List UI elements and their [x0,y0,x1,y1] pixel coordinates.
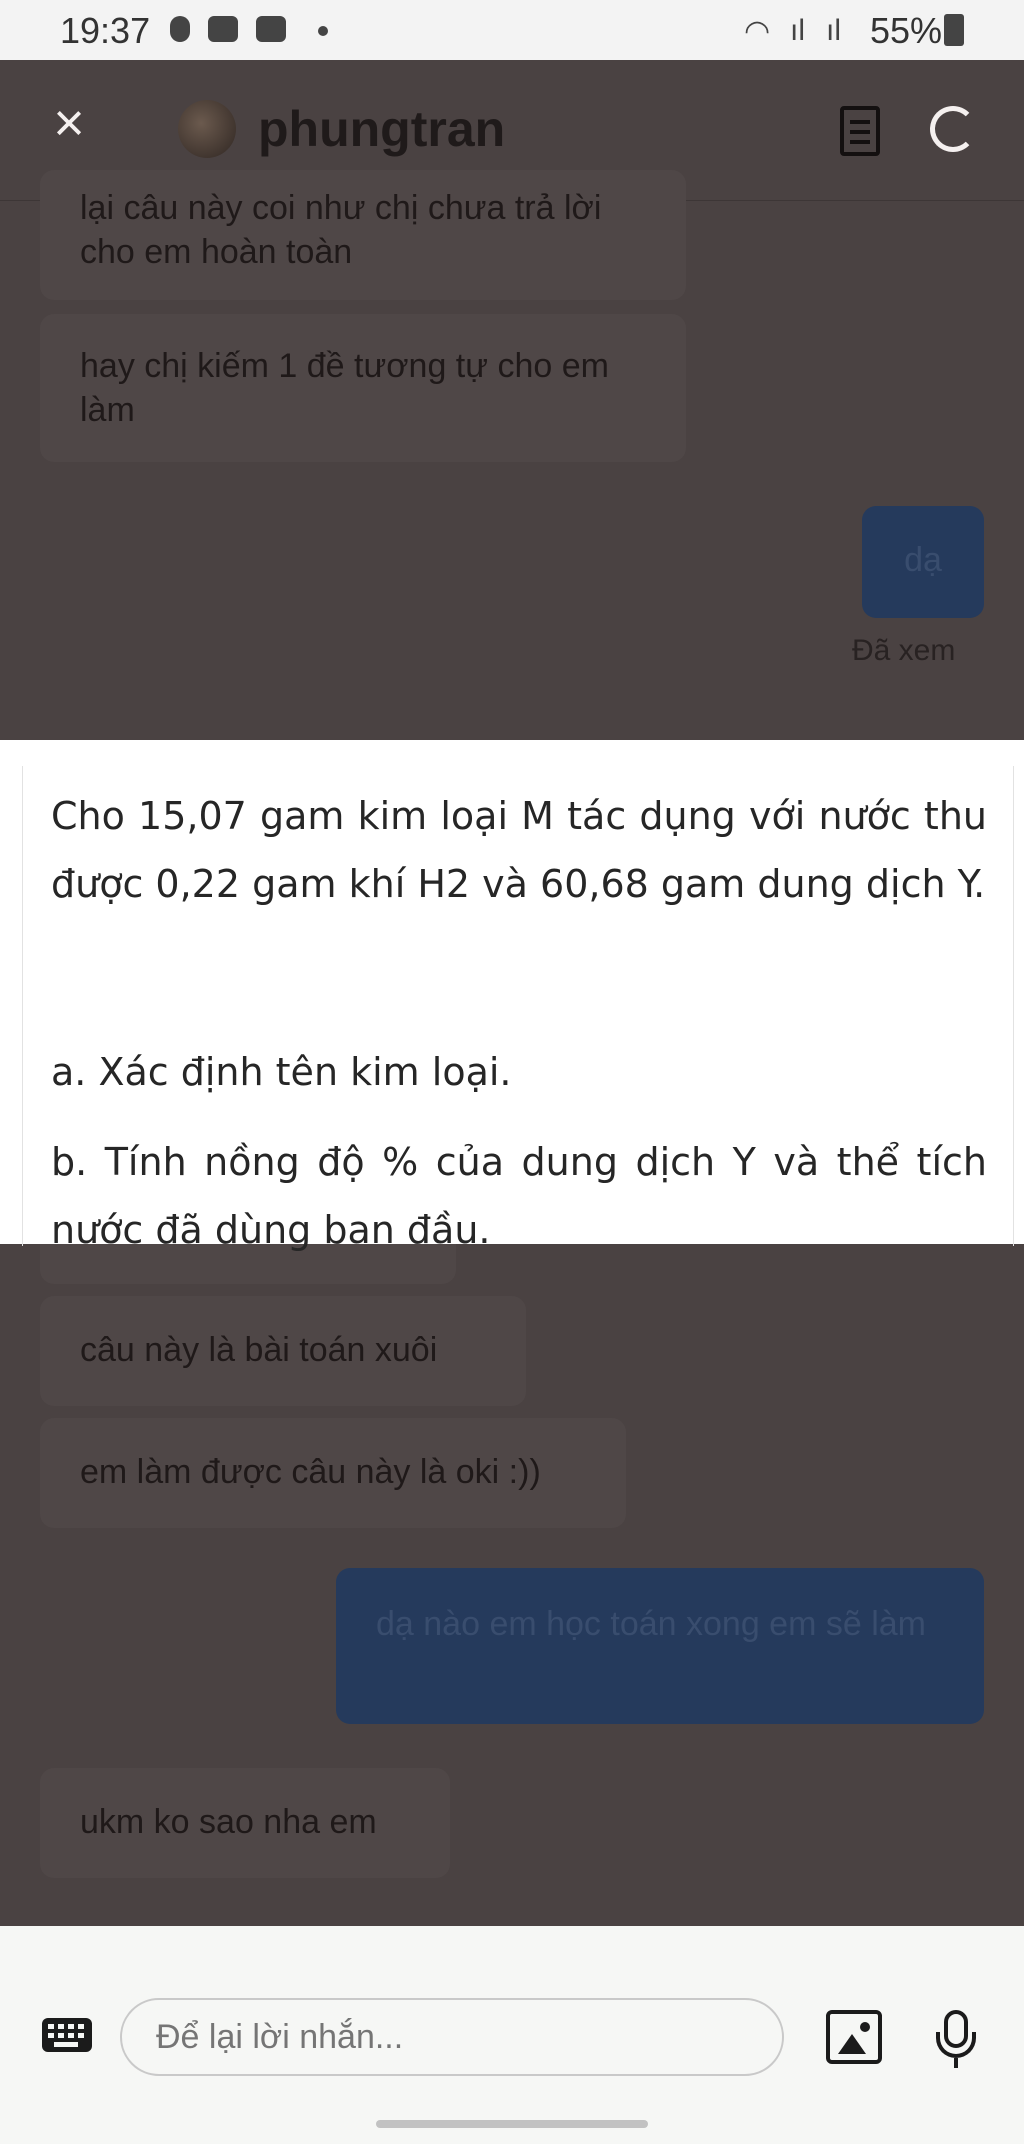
question-image: Cho 15,07 gam kim loại M tác dụng với nư… [0,740,1024,1252]
question-part-b: b. Tính nồng độ % của dung dịch Y và thể… [51,1140,987,1252]
message-received: ukm ko sao nha em [40,1768,450,1878]
image-icon[interactable] [826,2010,882,2064]
battery-percent: 55% [870,10,943,51]
more-notifications-icon [318,26,328,36]
message-text: em làm được câu này là oki :)) [80,1453,541,1491]
keyboard-icon[interactable] [42,2018,92,2052]
message-received: lại câu này coi như chị chưa trả lời cho… [40,170,686,300]
microphone-icon[interactable] [936,2010,976,2070]
question-text: Cho 15,07 gam kim loại M tác dụng với nư… [51,794,987,906]
contact-name[interactable]: phungtran [258,100,505,158]
status-time: 19:37 [60,10,151,51]
message-input[interactable] [120,1998,784,2076]
battery-icon [944,14,964,46]
message-received: em làm được câu này là oki :)) [40,1418,626,1528]
status-bar: 19:37 ◠ ıl ıl 55% [0,0,1024,60]
document-icon[interactable] [840,106,880,156]
close-icon[interactable]: × [46,96,92,150]
question-part-a: a. Xác định tên kim loại. [51,1050,512,1094]
message-text: dạ nào em học toán xong em sẽ làm [376,1605,926,1643]
youtube-icon [256,16,286,42]
message-text: lại câu này coi như chị chưa trả lời cho… [80,189,602,271]
wifi-icon: ◠ [744,15,771,48]
signal-icon: ıl [790,14,805,47]
message-text: ukm ko sao nha em [80,1803,377,1841]
message-text: câu này là bài toán xuôi [80,1331,438,1369]
message-text: hay chị kiếm 1 đề tương tự cho em làm [80,347,609,429]
message-sent: dạ nào em học toán xong em sẽ làm [336,1568,984,1724]
refresh-icon[interactable] [930,106,976,152]
message-sent: dạ [862,506,984,618]
avatar[interactable] [178,100,236,158]
gesture-bar[interactable] [376,2120,648,2128]
message-received: câu này là bài toán xuôi [40,1296,526,1406]
notification-icon [170,16,190,42]
message-received: hay chị kiếm 1 đề tương tự cho em làm [40,314,686,462]
seen-status: Đã xem [852,634,956,667]
signal-icon: ıl [826,14,841,47]
youtube-icon [208,16,238,42]
message-text: dạ [904,541,942,579]
